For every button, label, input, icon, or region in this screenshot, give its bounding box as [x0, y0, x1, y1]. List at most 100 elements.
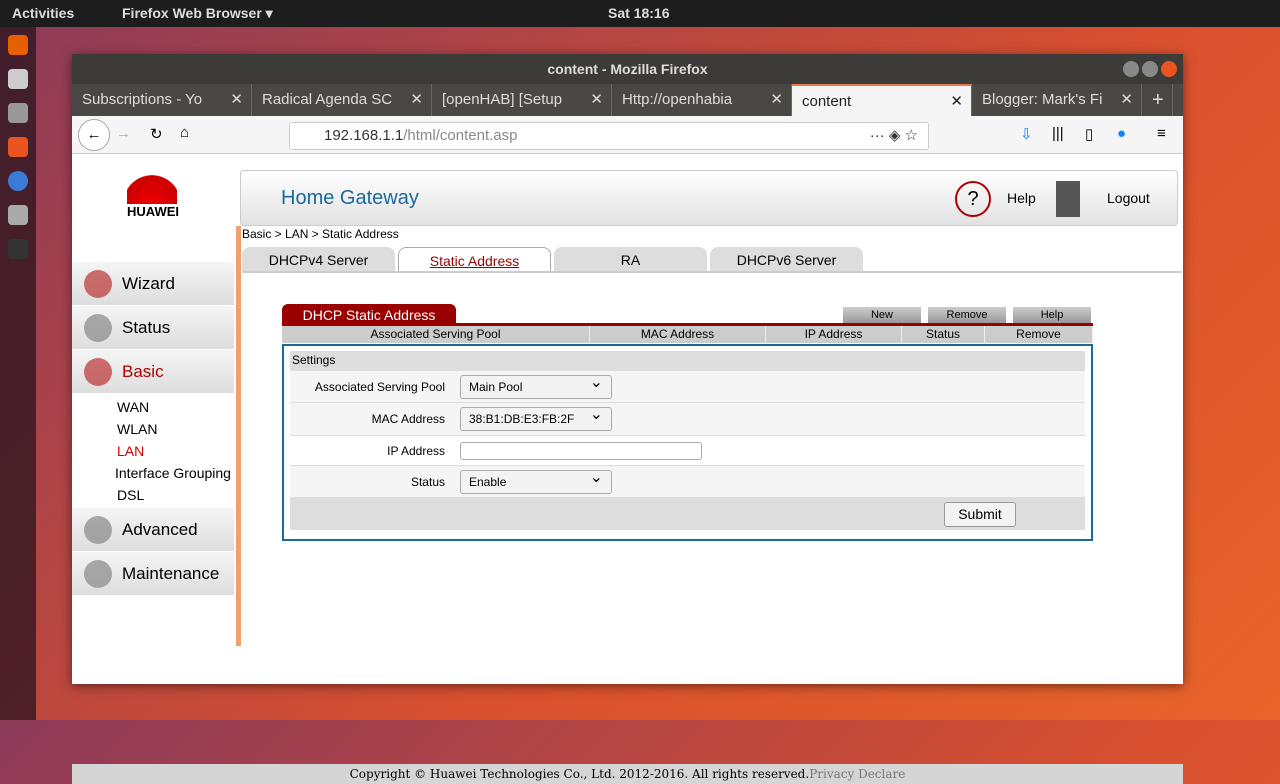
tab-label: Radical Agenda SC	[262, 91, 393, 108]
sidebar-item-basic[interactable]: Basic	[72, 350, 234, 394]
wizard-icon	[84, 270, 112, 298]
app-menu[interactable]: Firefox Web Browser ▾	[122, 5, 273, 22]
window-title: content - Mozilla Firefox	[547, 61, 708, 77]
tab-radical-agenda[interactable]: Radical Agenda SC ✕	[252, 84, 432, 116]
help-icon[interactable]	[8, 171, 28, 191]
tab-openhabian[interactable]: Http://openhabia ✕	[612, 84, 792, 116]
column-header: Remove	[985, 326, 1093, 343]
close-tab-icon[interactable]: ✕	[770, 84, 783, 116]
page-title: Home Gateway	[281, 187, 419, 209]
tab-dhcpv4-server[interactable]: DHCPv4 Server	[242, 247, 395, 271]
activities-button[interactable]: Activities	[12, 5, 74, 21]
tab-static-address[interactable]: Static Address	[398, 247, 551, 271]
settings-heading: Settings	[290, 351, 1085, 371]
sidebar-sub-interface-grouping[interactable]: Interface Grouping	[72, 462, 234, 484]
huawei-logo: HUAWEI	[72, 154, 234, 226]
sidebar-sub-lan[interactable]: LAN	[72, 440, 234, 462]
sidebar-item-status[interactable]: Status	[72, 306, 234, 350]
sidebar-sub-dsl[interactable]: DSL	[72, 484, 234, 506]
sidebar-label: Basic	[122, 362, 164, 381]
divider	[236, 226, 241, 646]
close-tab-icon[interactable]: ✕	[590, 84, 603, 116]
tab-openhab[interactable]: [openHAB] [Setup ✕	[432, 84, 612, 116]
tab-label: [openHAB] [Setup	[442, 91, 563, 108]
column-header: MAC Address	[590, 326, 766, 343]
footer: Copyright © Huawei Technologies Co., Ltd…	[72, 764, 1183, 784]
minimize-button[interactable]	[1123, 61, 1139, 77]
tab-ra[interactable]: RA	[554, 247, 707, 271]
page-actions-icons[interactable]: ··· ◈ ☆	[870, 123, 918, 149]
library-icon[interactable]: |||	[1052, 125, 1064, 142]
status-label: Status	[410, 474, 445, 489]
url-host: 192.168.1.1	[324, 127, 404, 144]
downloads-icon[interactable]: ⇩	[1020, 125, 1033, 143]
clock[interactable]: Sat 18:16	[608, 5, 669, 21]
forward-button[interactable]: →	[116, 125, 131, 142]
sidebar-sub-wan[interactable]: WAN	[72, 396, 234, 418]
url-path: /html/content.asp	[403, 127, 518, 144]
huawei-logo-mark	[127, 164, 177, 204]
url-bar[interactable]: 192.168.1.1/html/content.asp ··· ◈ ☆	[289, 122, 929, 150]
mac-select[interactable]: 38:B1:DB:E3:FB:2F	[460, 404, 612, 431]
sidebar: Wizard Status Basic WAN WLAN LAN Interfa…	[72, 262, 234, 596]
sidebar-icon[interactable]: ▯	[1085, 125, 1093, 143]
sidebar-sub-wlan[interactable]: WLAN	[72, 418, 234, 440]
reload-button[interactable]: ↻	[150, 125, 163, 143]
ip-address-input[interactable]	[460, 441, 702, 460]
tab-subscriptions[interactable]: Subscriptions - Yo ✕	[72, 84, 252, 116]
tab-label: Http://openhabia	[622, 91, 733, 108]
remove-button[interactable]: Remove	[928, 307, 1006, 323]
pool-select[interactable]: Main Pool	[460, 372, 612, 399]
close-button[interactable]	[1161, 61, 1177, 77]
status-icon	[84, 314, 112, 342]
pool-label: Associated Serving Pool	[314, 379, 445, 394]
close-tab-icon[interactable]: ✕	[950, 86, 963, 116]
help-button[interactable]: Help	[1013, 307, 1091, 323]
firefox-window: content - Mozilla Firefox Subscriptions …	[72, 54, 1183, 784]
home-button[interactable]: ⌂	[180, 124, 189, 141]
files-icon[interactable]	[8, 69, 28, 89]
help-icon[interactable]: ?	[955, 181, 991, 217]
submit-button[interactable]: Submit	[944, 502, 1016, 527]
sidebar-item-maintenance[interactable]: Maintenance	[72, 552, 234, 596]
table-header: Associated Serving Pool MAC Address IP A…	[282, 326, 1093, 343]
logout-icon[interactable]	[1056, 181, 1080, 217]
terminal-icon[interactable]	[8, 239, 28, 259]
extension-icon[interactable]: ●	[1117, 125, 1126, 142]
settings-form: Settings Associated Serving Pool Main Po…	[282, 344, 1093, 541]
sidebar-label: Advanced	[122, 520, 198, 539]
nav-bar: ← → ↻ ⌂ 192.168.1.1/html/content.asp ···…	[72, 116, 1183, 154]
system-top-bar: Activities Firefox Web Browser ▾ Sat 18:…	[0, 0, 1280, 27]
settings-icon[interactable]	[8, 205, 28, 225]
logout-link[interactable]: Logout	[1107, 190, 1150, 206]
panel-title: DHCP Static Address	[282, 304, 456, 326]
column-header: Status	[902, 326, 985, 343]
new-tab-button[interactable]: +	[1142, 84, 1173, 116]
sidebar-item-advanced[interactable]: Advanced	[72, 508, 234, 552]
status-select[interactable]: Enable	[460, 467, 612, 494]
close-tab-icon[interactable]: ✕	[1120, 84, 1133, 116]
maximize-button[interactable]	[1142, 61, 1158, 77]
new-button[interactable]: New	[843, 307, 921, 323]
software-icon[interactable]	[8, 137, 28, 157]
menu-icon[interactable]: ≡	[1157, 125, 1166, 142]
close-tab-icon[interactable]: ✕	[230, 84, 243, 116]
sidebar-label: Maintenance	[122, 564, 220, 583]
back-button[interactable]: ←	[78, 119, 110, 151]
files-manager-icon[interactable]	[8, 103, 28, 123]
logo-text: HUAWEI	[127, 204, 179, 219]
breadcrumb: Basic > LAN > Static Address	[242, 227, 399, 241]
tab-dhcpv6-server[interactable]: DHCPv6 Server	[710, 247, 863, 271]
tab-label: Subscriptions - Yo	[82, 91, 203, 108]
page-header: Home Gateway ? Help Logout	[240, 170, 1178, 226]
firefox-icon[interactable]	[8, 35, 28, 55]
tab-content[interactable]: content ✕	[792, 84, 972, 116]
column-header: IP Address	[766, 326, 902, 343]
tab-blogger[interactable]: Blogger: Mark's Fi ✕	[972, 84, 1142, 116]
sidebar-item-wizard[interactable]: Wizard	[72, 262, 234, 306]
help-link[interactable]: Help	[1007, 190, 1036, 206]
maintenance-icon	[84, 560, 112, 588]
close-tab-icon[interactable]: ✕	[410, 84, 423, 116]
copyright-text: Copyright © Huawei Technologies Co., Ltd…	[349, 767, 810, 781]
privacy-declare-link[interactable]: Privacy Declare	[809, 767, 905, 781]
